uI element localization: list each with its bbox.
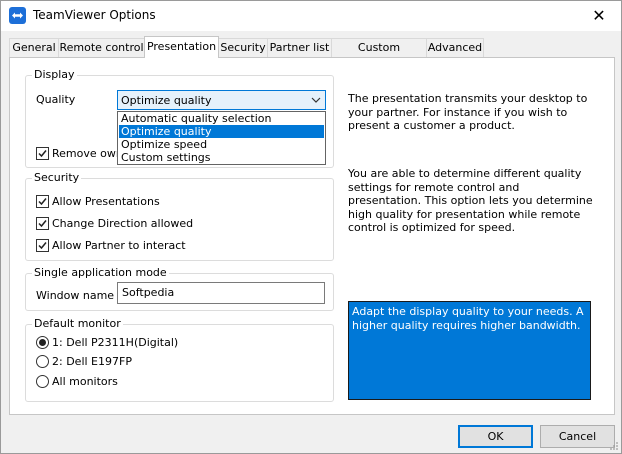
quality-select-value: Optimize quality [121,94,212,107]
quality-option[interactable]: Optimize speed [119,138,324,151]
monitor-1-radio[interactable] [36,336,49,349]
change-direction-label: Change Direction allowed [52,217,194,230]
cancel-button[interactable]: Cancel [540,425,615,448]
tab-security[interactable]: Security [218,38,268,57]
tab-general[interactable]: General [9,38,59,57]
window-name-value: Softpedia [122,286,175,299]
resize-grip-icon[interactable] [609,441,619,451]
title-bar: TeamViewer Options ✕ [1,1,621,31]
window-name-input[interactable]: Softpedia [117,282,325,304]
presentation-panel: Display Quality Optimize quality Remove … [9,57,615,415]
hint-box: Adapt the display quality to your needs.… [348,301,591,400]
security-legend: Security [32,171,82,184]
display-legend: Display [32,68,77,81]
allow-presentations-label: Allow Presentations [52,195,160,208]
remove-wallpaper-label: Remove own [52,147,123,160]
allow-partner-interact-label: Allow Partner to interact [52,239,186,252]
tab-custom-invitation[interactable]: Custom invitation [331,38,427,71]
tab-remote-control[interactable]: Remote control [58,38,145,57]
quality-dropdown-list: Automatic quality selection Optimize qua… [117,111,326,165]
change-direction-checkbox[interactable] [36,217,49,230]
teamviewer-logo-icon [9,7,26,24]
window-title: TeamViewer Options [33,8,156,22]
tab-bar: General Remote control Presentation Secu… [9,36,615,71]
quality-select[interactable]: Optimize quality [117,90,326,110]
close-button[interactable]: ✕ [577,1,621,31]
monitor-1-label: 1: Dell P2311H(Digital) [52,336,179,349]
allow-presentations-checkbox[interactable] [36,195,49,208]
single-app-legend: Single application mode [32,266,169,279]
teamviewer-options-window: TeamViewer Options ✕ General Remote cont… [0,0,622,454]
quality-option-selected[interactable]: Optimize quality [119,125,324,138]
monitor-2-label: 2: Dell E197FP [52,355,132,368]
checkmark-icon [38,242,47,250]
tab-presentation[interactable]: Presentation [144,36,219,58]
presentation-description: The presentation transmits your desktop … [348,92,588,132]
allow-partner-interact-checkbox[interactable] [36,239,49,252]
checkmark-icon [38,150,47,158]
all-monitors-radio[interactable] [36,375,49,388]
tab-partner-list[interactable]: Partner list [267,38,332,57]
all-monitors-label: All monitors [52,375,118,388]
remove-wallpaper-checkbox[interactable] [36,147,49,160]
quality-label: Quality [36,93,76,106]
quality-option[interactable]: Automatic quality selection [119,112,324,125]
quality-option[interactable]: Custom settings [119,151,324,164]
window-name-label: Window name [36,289,115,302]
tab-advanced[interactable]: Advanced [426,38,484,57]
checkmark-icon [38,198,47,206]
ok-button[interactable]: OK [458,425,533,448]
quality-description: You are able to determine different qual… [348,167,593,234]
chevron-down-icon [311,97,321,103]
checkmark-icon [38,220,47,228]
default-monitor-legend: Default monitor [32,317,123,330]
radio-dot [39,339,46,346]
monitor-2-radio[interactable] [36,355,49,368]
